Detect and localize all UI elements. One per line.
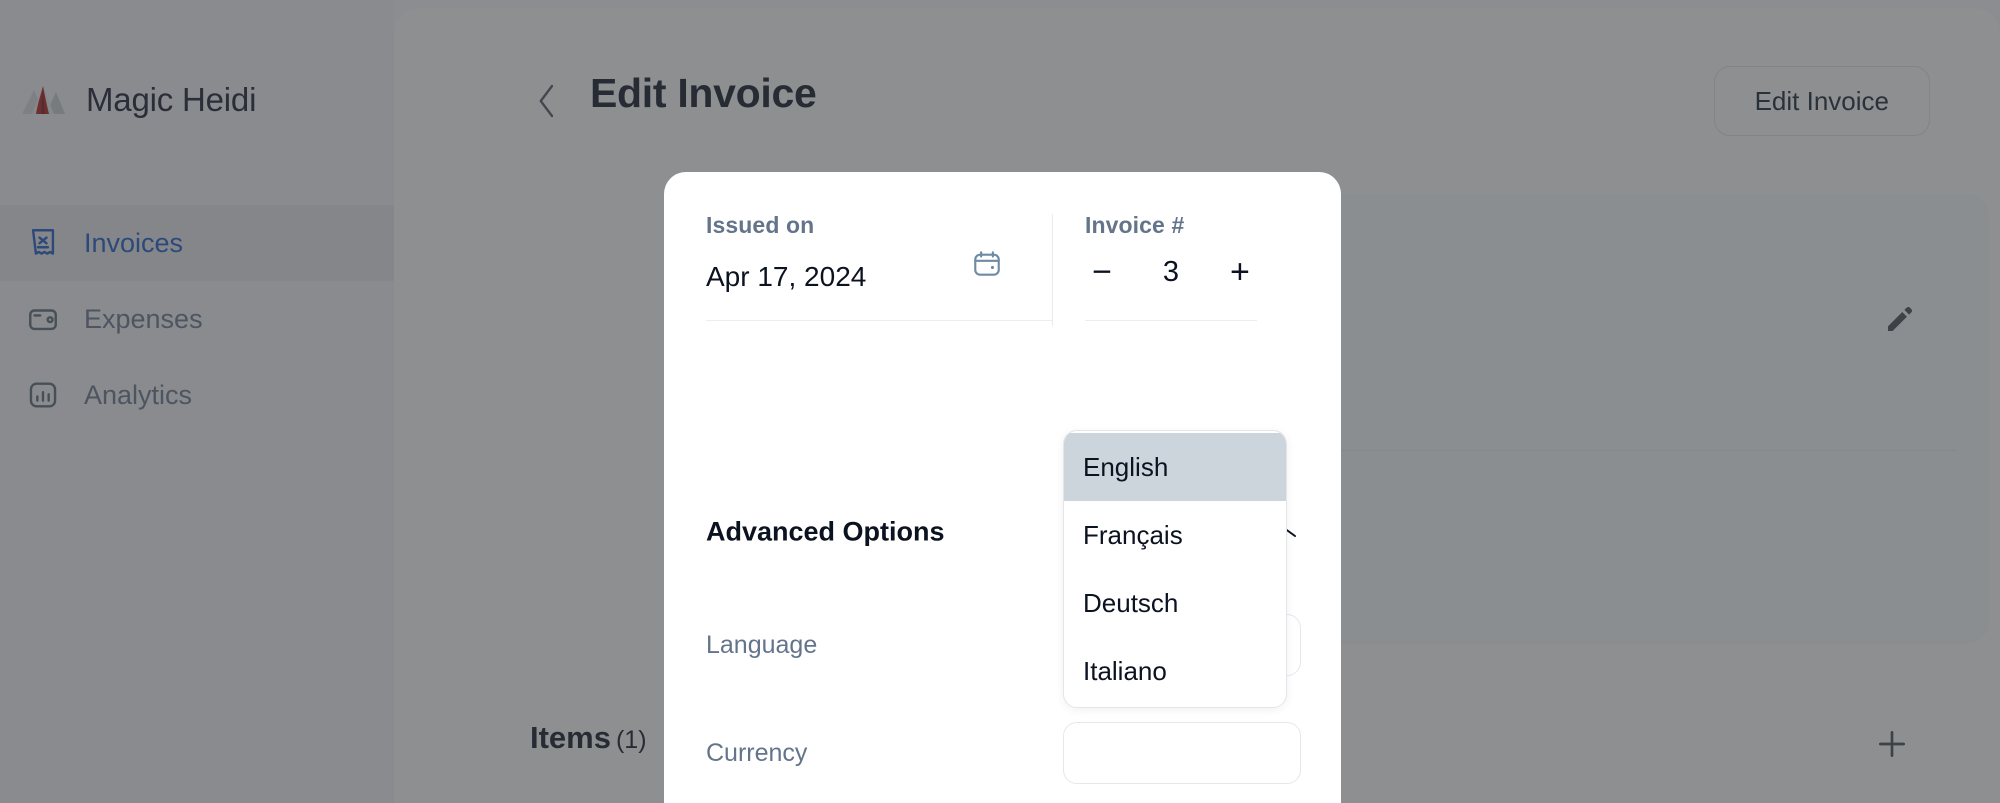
dropdown-option-italiano[interactable]: Italiano [1064, 637, 1286, 705]
invoice-number-stepper: − 3 + [1085, 255, 1257, 289]
currency-row: Currency [706, 722, 1301, 784]
currency-select[interactable] [1063, 722, 1301, 784]
dropdown-option-deutsch[interactable]: Deutsch [1064, 569, 1286, 637]
language-dropdown: English Français Deutsch Italiano [1063, 430, 1287, 708]
calendar-icon[interactable] [971, 248, 1003, 280]
dropdown-option-english[interactable]: English [1064, 433, 1286, 501]
decrement-button[interactable]: − [1085, 255, 1119, 289]
issued-on-label: Issued on [706, 212, 815, 238]
invoice-number-field: Invoice # − 3 + [1049, 172, 1341, 332]
invoice-number-value: 3 [1162, 255, 1180, 288]
invoice-number-label: Invoice # [1085, 212, 1185, 238]
increment-button[interactable]: + [1223, 255, 1257, 289]
modal-top-row: Issued on Apr 17, 2024 Invoice # − 3 + [664, 172, 1341, 332]
currency-label: Currency [706, 738, 808, 767]
app-screen: Magic Heidi Invoices [0, 0, 2000, 803]
advanced-options-title[interactable]: Advanced Options [706, 517, 945, 548]
issued-on-field[interactable]: Issued on Apr 17, 2024 [664, 172, 1049, 332]
dropdown-option-francais[interactable]: Français [1064, 501, 1286, 569]
invoice-number-underline [1085, 320, 1257, 321]
issued-on-underline [706, 320, 1052, 321]
language-label: Language [706, 630, 818, 659]
